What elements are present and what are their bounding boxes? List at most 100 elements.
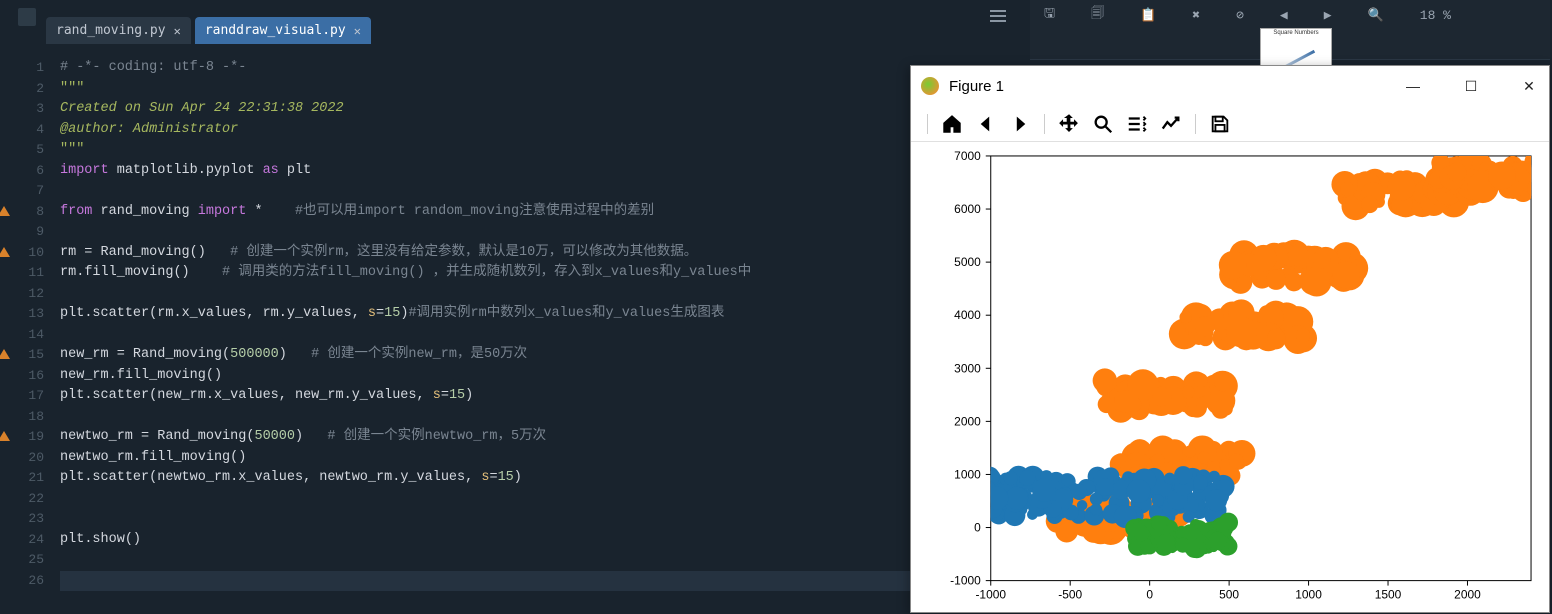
tab-randdraw-visual[interactable]: randdraw_visual.py ✕ [195,17,371,44]
code-line[interactable]: plt.scatter(new_rm.x_values, new_rm.y_va… [60,386,1000,407]
pan-icon[interactable] [1055,110,1083,138]
code-line[interactable]: plt.show() [60,530,1000,551]
line-number: 17 [0,386,44,407]
line-number: 23 [0,509,44,530]
svg-text:-500: -500 [1058,588,1082,602]
copy-icon[interactable]: 📋 [1140,8,1156,23]
code-line[interactable]: new_rm = Rand_moving(500000) # 创建一个实例new… [60,345,1000,366]
save-icon[interactable]: 🖫 [1044,4,1055,26]
zoom-icon[interactable] [1089,110,1117,138]
svg-text:1000: 1000 [954,467,981,481]
edit-icon[interactable] [1157,110,1185,138]
code-line[interactable]: """ [60,79,1000,100]
code-line[interactable]: new_rm.fill_moving() [60,366,1000,387]
tab-rand-moving[interactable]: rand_moving.py ✕ [46,17,191,44]
next-plot-icon[interactable]: ▶ [1324,8,1332,23]
line-number: 10 [0,243,44,264]
clear-icon[interactable]: ⊘ [1236,8,1244,23]
line-number: 6 [0,161,44,182]
back-icon[interactable] [972,110,1000,138]
save-icon[interactable] [1206,110,1234,138]
line-number: 26 [0,571,44,592]
code-line[interactable] [60,407,1000,428]
code-body[interactable]: # -*- coding: utf-8 -*-"""Created on Sun… [60,44,1000,614]
figure-titlebar[interactable]: Figure 1 — ☐ ✕ [911,66,1549,106]
code-line[interactable] [60,325,1000,346]
figure-canvas[interactable]: -1000-5000500100015002000-10000100020003… [911,142,1549,613]
minimize-button[interactable]: — [1403,78,1423,94]
code-line[interactable] [60,509,1000,530]
forward-icon[interactable] [1006,110,1034,138]
line-number-gutter: 1234567891011121314151617181920212223242… [0,44,60,614]
line-number: 11 [0,263,44,284]
code-line[interactable] [60,489,1000,510]
zoom-icon[interactable]: 🔍 [1368,8,1384,23]
code-line[interactable]: plt.scatter(rm.x_values, rm.y_values, s=… [60,304,1000,325]
code-line[interactable]: Created on Sun Apr 24 22:31:38 2022 [60,99,1000,120]
line-number: 8 [0,202,44,223]
svg-text:4000: 4000 [954,308,981,322]
code-line[interactable] [60,284,1000,305]
hamburger-icon[interactable] [990,10,1006,22]
svg-text:2000: 2000 [1454,588,1481,602]
zoom-level: 18 % [1420,8,1451,23]
tab-bar: rand_moving.py ✕ randdraw_visual.py ✕ [0,0,1000,44]
line-number: 16 [0,366,44,387]
line-number: 18 [0,407,44,428]
line-number: 22 [0,489,44,510]
svg-text:-1000: -1000 [950,574,981,588]
svg-text:0: 0 [1146,588,1153,602]
line-number: 15 [0,345,44,366]
line-number: 25 [0,550,44,571]
close-icon[interactable]: ✕ [174,24,181,38]
line-number: 12 [0,284,44,305]
code-editor: rand_moving.py ✕ randdraw_visual.py ✕ 12… [0,0,1000,614]
code-line[interactable]: from rand_moving import * #也可以用import ra… [60,202,1000,223]
line-number: 1 [0,58,44,79]
home-icon[interactable] [938,110,966,138]
line-number: 3 [0,99,44,120]
svg-text:6000: 6000 [954,202,981,216]
close-icon[interactable]: ✕ [354,24,361,38]
svg-text:7000: 7000 [954,149,981,163]
line-number: 9 [0,222,44,243]
svg-text:1500: 1500 [1375,588,1402,602]
thumbnail-title: Square Numbers [1261,30,1331,36]
line-number: 24 [0,530,44,551]
configure-icon[interactable] [1123,110,1151,138]
code-line[interactable]: @author: Administrator [60,120,1000,141]
line-number: 14 [0,325,44,346]
svg-text:3000: 3000 [954,361,981,375]
code-line[interactable]: import matplotlib.pyplot as plt [60,161,1000,182]
code-line[interactable]: rm = Rand_moving() # 创建一个实例rm，这里没有给定参数，默… [60,243,1000,264]
figure-toolbar [911,106,1549,142]
line-number: 13 [0,304,44,325]
svg-text:2000: 2000 [954,414,981,428]
svg-text:-1000: -1000 [975,588,1006,602]
svg-text:5000: 5000 [954,255,981,269]
code-line[interactable] [60,222,1000,243]
code-line[interactable]: rm.fill_moving() # 调用类的方法fill_moving() ，… [60,263,1000,284]
code-line[interactable] [60,550,1000,571]
figure-window: Figure 1 — ☐ ✕ -1000-5000500100015002000… [910,65,1550,613]
close-button[interactable]: ✕ [1519,78,1539,95]
svg-text:0: 0 [974,521,981,535]
code-line[interactable] [60,571,1000,592]
line-number: 19 [0,427,44,448]
code-line[interactable]: # -*- coding: utf-8 -*- [60,58,1000,79]
file-icon [18,8,36,26]
svg-text:1000: 1000 [1295,588,1322,602]
close-plot-icon[interactable]: ✖ [1192,8,1200,23]
line-number: 21 [0,468,44,489]
line-number: 2 [0,79,44,100]
maximize-button[interactable]: ☐ [1461,78,1481,95]
matplotlib-icon [921,77,939,95]
code-line[interactable]: newtwo_rm.fill_moving() [60,448,1000,469]
code-line[interactable] [60,181,1000,202]
code-line[interactable]: newtwo_rm = Rand_moving(50000) # 创建一个实例n… [60,427,1000,448]
code-line[interactable]: """ [60,140,1000,161]
code-line[interactable]: plt.scatter(newtwo_rm.x_values, newtwo_r… [60,468,1000,489]
save-all-icon[interactable]: 🗐 [1091,4,1104,26]
line-number: 20 [0,448,44,469]
prev-plot-icon[interactable]: ◀ [1280,8,1288,23]
